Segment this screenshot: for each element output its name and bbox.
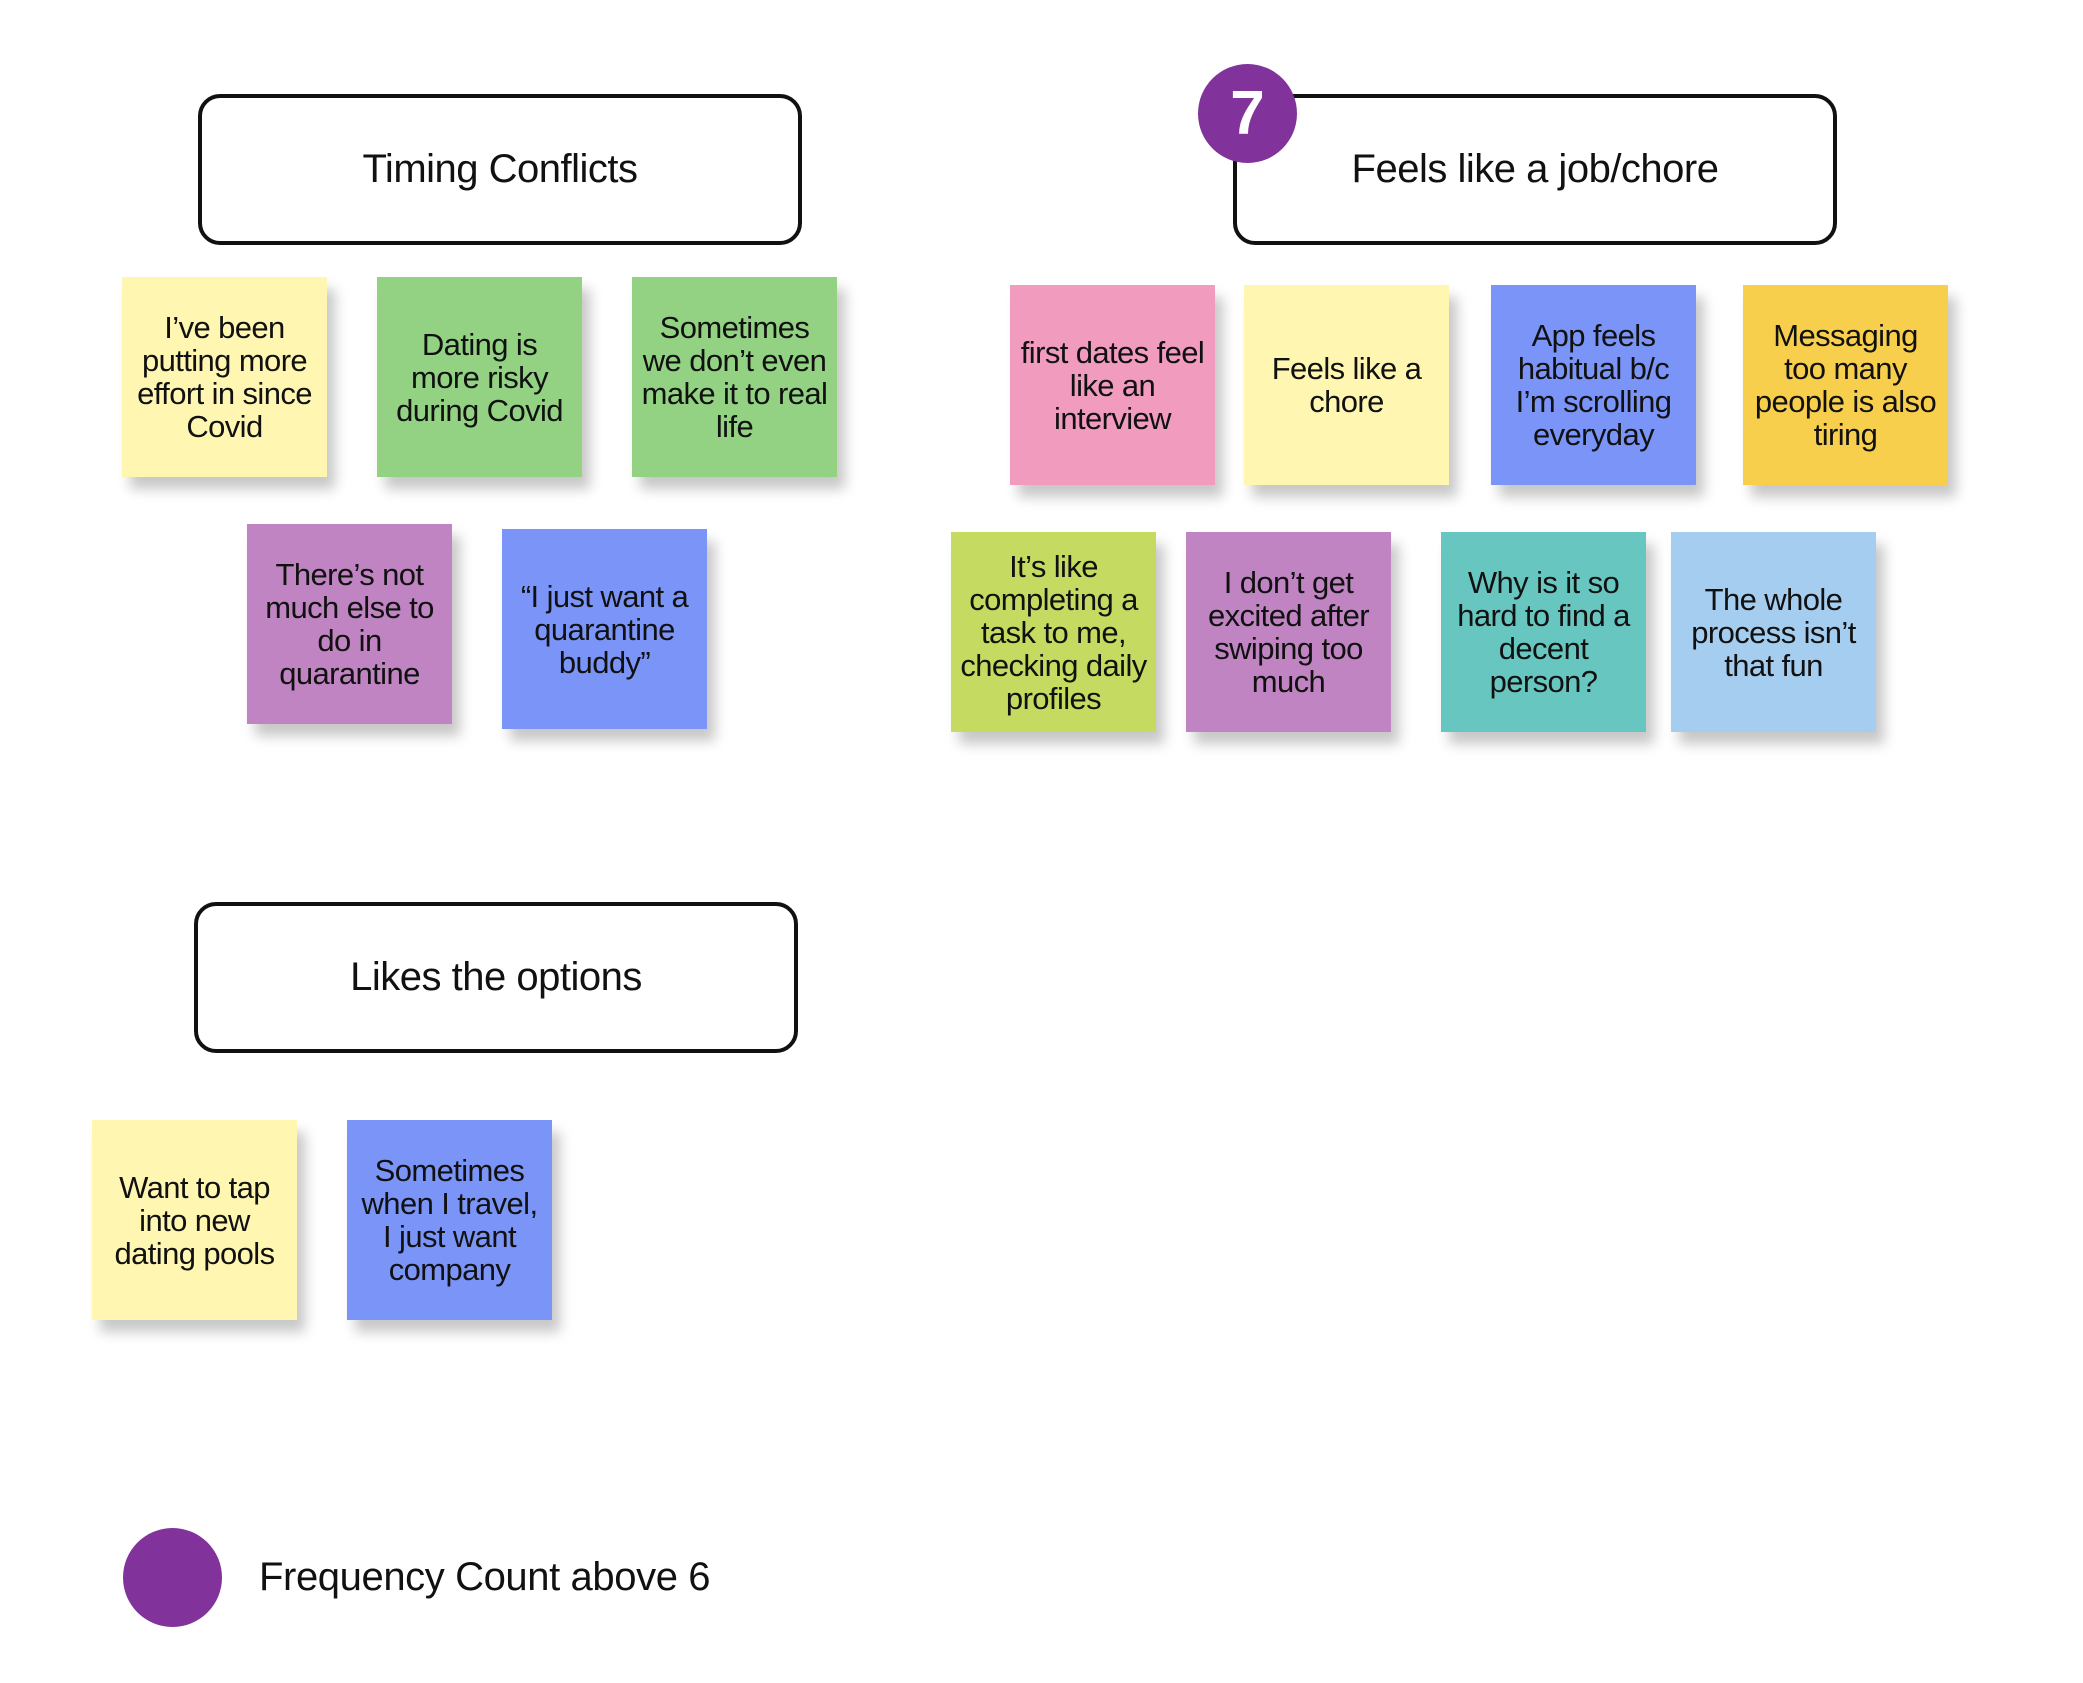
sticky-note[interactable]: Why is it so hard to find a decent perso… [1441,532,1646,732]
frequency-badge: 7 [1198,64,1297,163]
sticky-note-text: Want to tap into new dating pools [114,1169,276,1271]
legend-frequency-dot-icon [123,1528,222,1627]
sticky-note[interactable]: Messaging too many people is also tiring [1743,285,1948,485]
sticky-note[interactable]: App feels habitual b/c I’m scrolling eve… [1491,285,1696,485]
sticky-note-text: App feels habitual b/c I’m scrolling eve… [1515,318,1672,452]
sticky-note-text: It’s like completing a task to me, check… [960,548,1147,716]
sticky-note-text: Messaging too many people is also tiring [1754,318,1937,452]
frequency-count: 7 [1230,79,1265,148]
sticky-note[interactable]: Sometimes we don’t even make it to real … [632,277,837,477]
cluster-header-timing-conflicts[interactable]: Timing Conflicts [198,94,802,245]
sticky-note-text: There’s not much else to do in quarantin… [265,557,434,691]
cluster-title: Timing Conflicts [362,147,638,191]
sticky-note-text: Dating is more risky during Covid [396,326,563,428]
sticky-note[interactable]: “I just want a quarantine buddy” [502,529,707,729]
sticky-note[interactable]: The whole process isn’t that fun [1671,532,1876,732]
sticky-note-text: I’ve been putting more effort in since C… [137,310,312,444]
sticky-note[interactable]: Want to tap into new dating pools [92,1120,297,1320]
sticky-note-text: Feels like a chore [1271,351,1422,419]
sticky-note-text: first dates feel like an interview [1020,334,1205,436]
cluster-title: Likes the options [350,955,642,999]
sticky-note[interactable]: Feels like a chore [1244,285,1449,485]
sticky-note[interactable]: first dates feel like an interview [1010,285,1215,485]
sticky-note-text: Sometimes we don’t even make it to real … [641,310,828,444]
legend-label: Frequency Count above 6 [259,1555,711,1599]
sticky-note[interactable]: There’s not much else to do in quarantin… [247,524,452,724]
sticky-note[interactable]: Dating is more risky during Covid [377,277,582,477]
sticky-note[interactable]: It’s like completing a task to me, check… [951,532,1156,732]
cluster-title: Feels like a job/chore [1351,147,1719,191]
sticky-note[interactable]: Sometimes when I travel, I just want com… [347,1120,552,1320]
sticky-note-text: I don’t get excited after swiping too mu… [1207,565,1370,699]
sticky-note[interactable]: I’ve been putting more effort in since C… [122,277,327,477]
sticky-note-text: Why is it so hard to find a decent perso… [1457,565,1630,699]
sticky-note[interactable]: I don’t get excited after swiping too mu… [1186,532,1391,732]
sticky-note-text: The whole process isn’t that fun [1691,581,1856,683]
cluster-header-feels-like-a-job[interactable]: Feels like a job/chore [1233,94,1837,245]
cluster-header-likes-the-options[interactable]: Likes the options [194,902,798,1053]
sticky-note-text: “I just want a quarantine buddy” [520,578,689,680]
sticky-note-text: Sometimes when I travel, I just want com… [361,1153,539,1287]
